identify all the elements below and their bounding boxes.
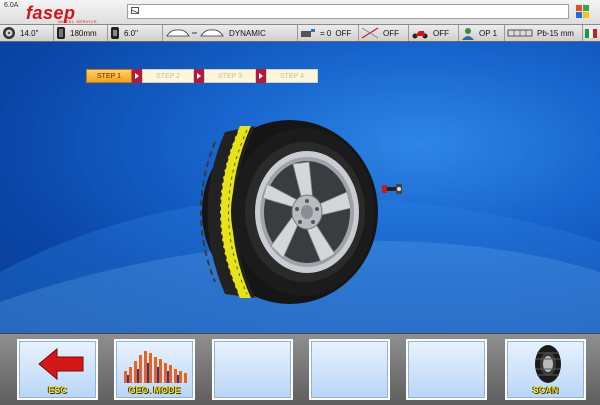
rounding-state: OFF (335, 28, 352, 38)
windows-logo-icon[interactable] (576, 5, 590, 19)
italy-flag-icon (585, 28, 597, 38)
rounding-indicator[interactable]: = 0 OFF (298, 25, 359, 41)
scan-button[interactable]: SCAN (505, 339, 586, 400)
tyre-scan-icon (535, 345, 561, 383)
rim-diameter-value: 14.0" (20, 28, 39, 38)
function-key-3[interactable] (212, 339, 293, 400)
sensor-marker-icon (382, 184, 402, 194)
tyre-size-icon (111, 27, 119, 39)
calibration-icon (361, 27, 379, 39)
motorcycle-state: OFF (433, 28, 449, 38)
step-arrow-icon (132, 69, 142, 83)
weight-strip-icon (507, 29, 533, 37)
envelope-icon (131, 7, 139, 14)
operator-icon (462, 27, 474, 40)
balance-mode-value: DYNAMIC (229, 28, 266, 38)
rim-diameter-indicator[interactable]: 14.0" (0, 25, 54, 41)
title-bar: 6.0A fasep WHEEL SERVICE (0, 0, 600, 25)
wheel-profile-alt-icon (200, 29, 224, 37)
motorcycle-icon (412, 31, 428, 39)
weight-type-value: Pb-15 mm (537, 28, 574, 38)
function-key-5[interactable] (406, 339, 487, 400)
esc-label: ESC (48, 385, 67, 395)
step-1[interactable]: STEP 1 (86, 69, 132, 83)
rim-width-indicator[interactable]: 180mm (54, 25, 108, 41)
operator-value: OP 1 (479, 28, 498, 38)
tyre-width-icon (57, 27, 65, 39)
weight-rounding-icon (301, 29, 315, 37)
dash-icon (192, 32, 197, 34)
motorcycle-indicator[interactable]: OFF (409, 25, 459, 41)
step-4[interactable]: STEP 4 (266, 69, 318, 83)
operator-indicator[interactable]: OP 1 (459, 25, 505, 41)
step-2[interactable]: STEP 2 (142, 69, 194, 83)
rim-size-value: 6.0" (124, 28, 138, 38)
step-3[interactable]: STEP 3 (204, 69, 256, 83)
step-arrow-icon (256, 69, 266, 83)
logo-subtext: WHEEL SERVICE (58, 19, 98, 24)
geo-mode-button[interactable]: GEO. MODE (114, 339, 195, 400)
rim-diameter-icon (3, 27, 15, 39)
calibration-indicator[interactable]: OFF (359, 25, 409, 41)
wheel-profile-icon (166, 29, 190, 37)
step-indicator: STEP 1 STEP 2 STEP 3 STEP 4 (86, 69, 318, 83)
wheel-image (200, 120, 378, 304)
function-key-bar: ESC GEO. MODE SCAN (0, 333, 600, 405)
weight-type-indicator[interactable]: Pb-15 mm (505, 25, 583, 41)
back-arrow-icon (38, 347, 84, 381)
rim-size-indicator[interactable]: 6.0" (108, 25, 163, 41)
step-arrow-icon (194, 69, 204, 83)
language-selector[interactable] (583, 25, 600, 41)
esc-button[interactable]: ESC (17, 339, 98, 400)
rim-width-value: 180mm (70, 28, 97, 38)
rounding-value: = 0 (320, 28, 332, 38)
calibration-state: OFF (383, 28, 399, 38)
function-key-4[interactable] (309, 339, 390, 400)
geo-mode-label: GEO. MODE (128, 385, 181, 395)
geometry-chart-icon (124, 351, 187, 383)
scan-label: SCAN (532, 385, 559, 395)
main-view: STEP 1 STEP 2 STEP 3 STEP 4 (0, 42, 600, 333)
status-bar: 14.0" 180mm 6.0" DYNAMIC = 0 OFF OFF OFF… (0, 25, 600, 42)
software-version: 6.0A (4, 2, 19, 9)
message-box (127, 4, 569, 19)
balance-mode-indicator[interactable]: DYNAMIC (163, 25, 298, 41)
